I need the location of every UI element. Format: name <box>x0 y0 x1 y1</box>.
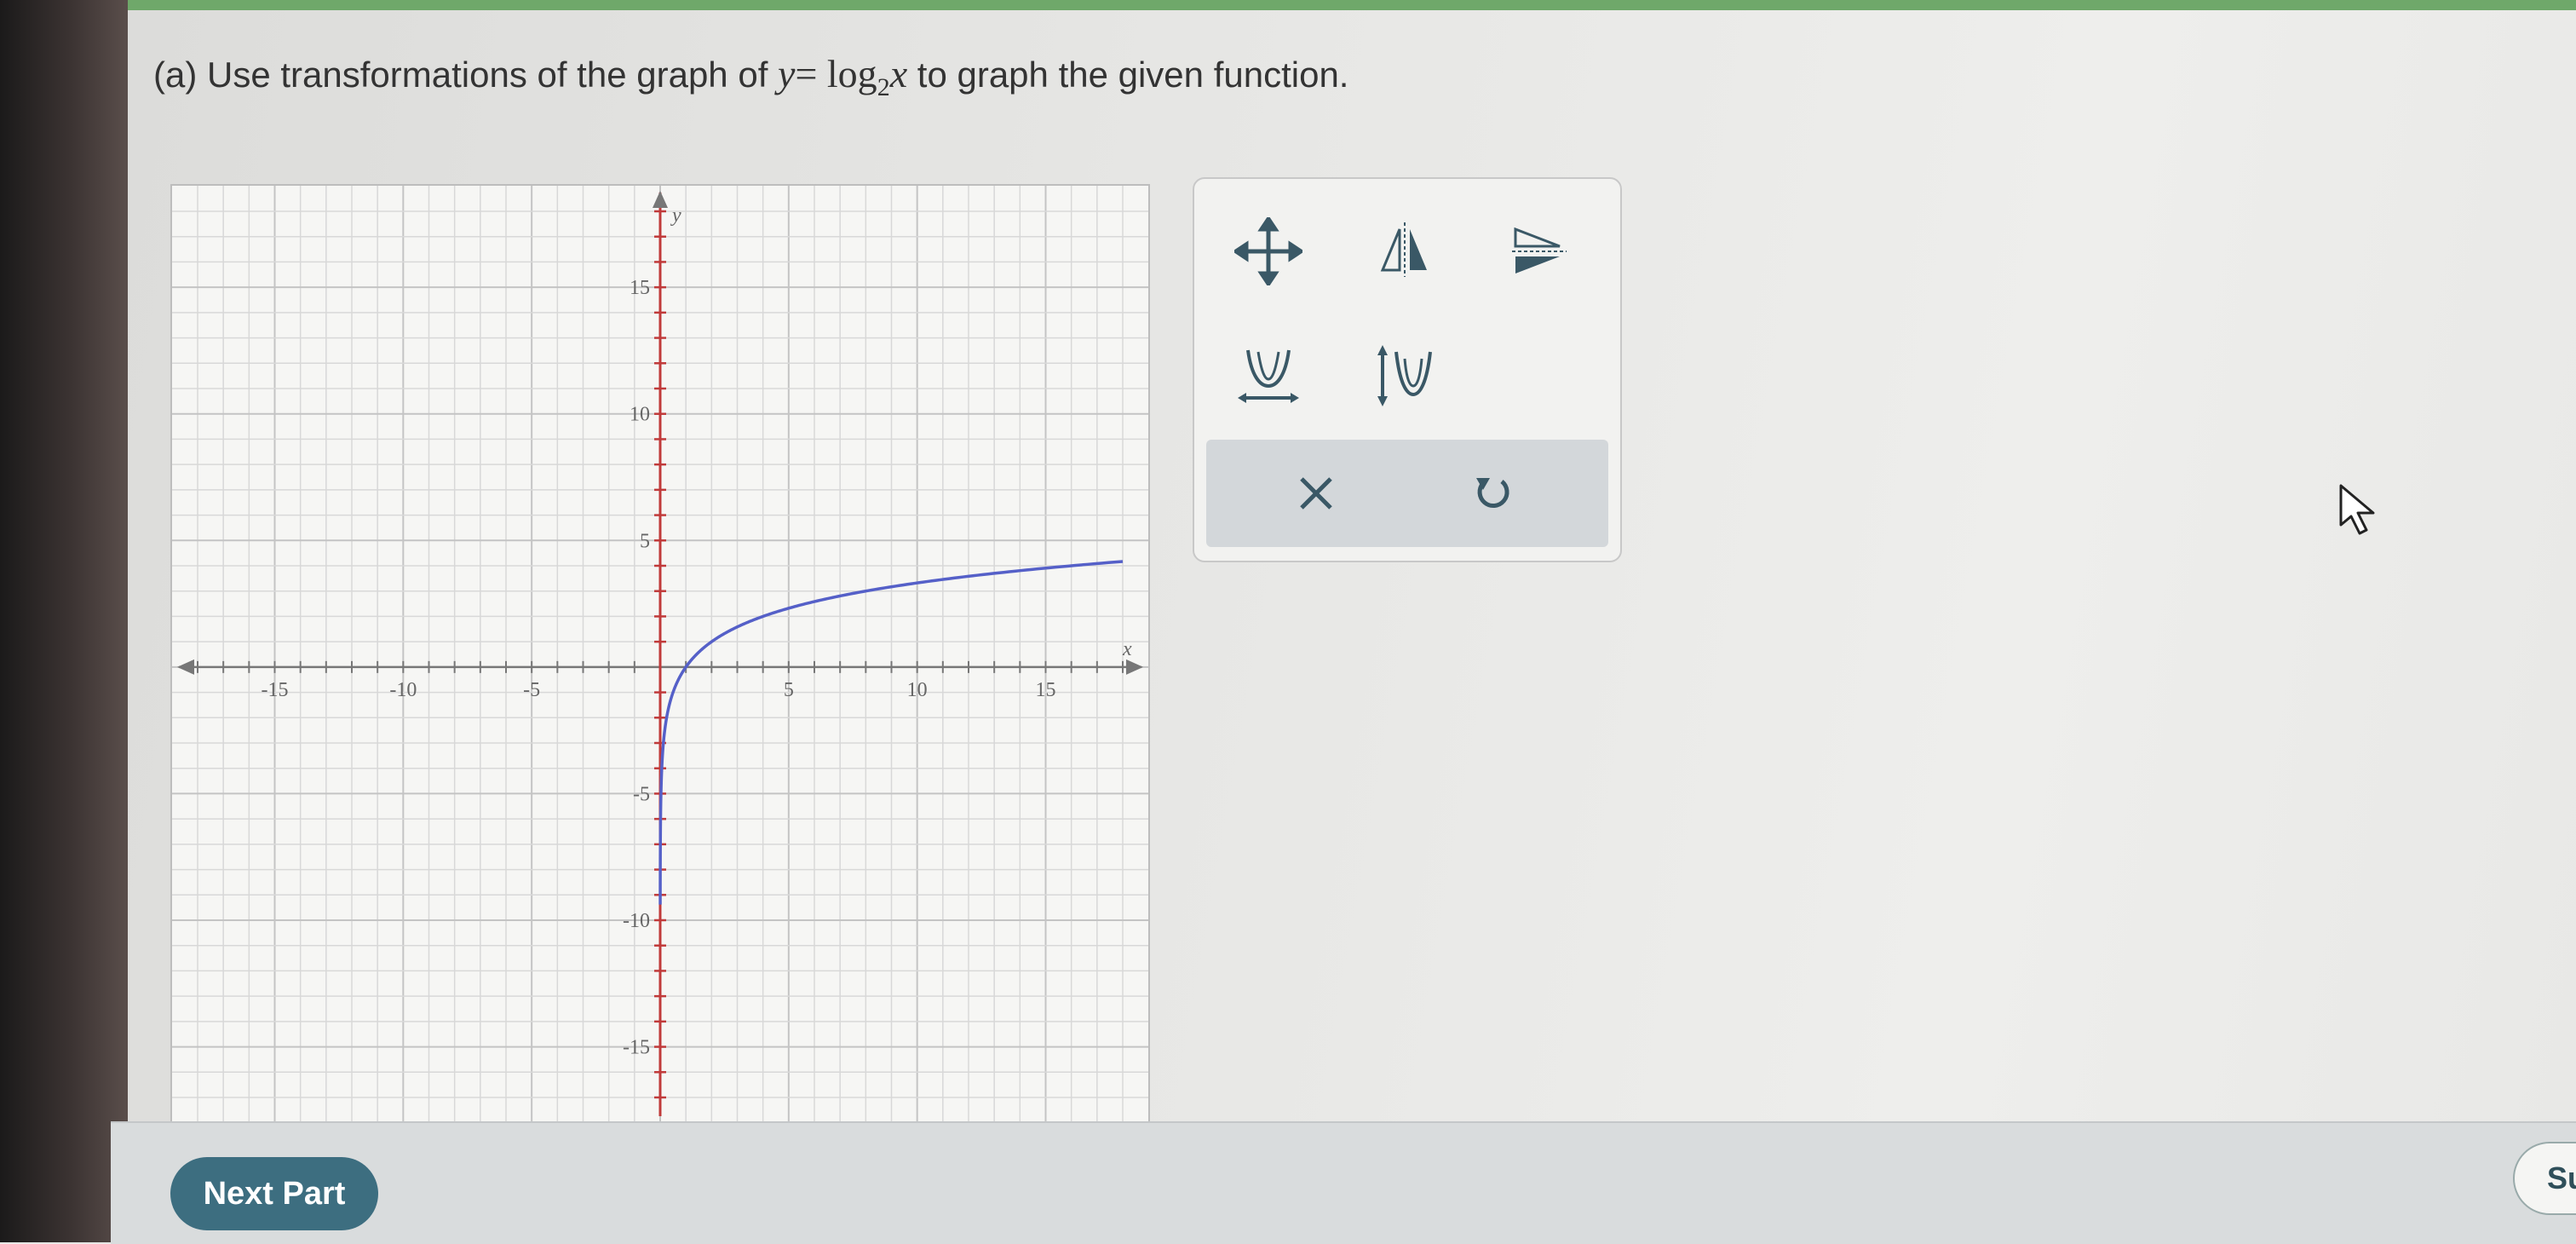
move-arrows-icon <box>1234 217 1302 285</box>
top-accent-strip <box>0 0 2576 10</box>
x-axis-label: x <box>1122 638 1132 660</box>
undo-icon <box>1476 478 1509 509</box>
x-tick-label: -15 <box>262 679 289 701</box>
reflect-y-axis-button[interactable] <box>1366 213 1443 290</box>
vertical-stretch-button[interactable] <box>1366 337 1443 414</box>
equation-log-base: 2 <box>877 73 890 102</box>
action-bar <box>1206 440 1608 547</box>
x-tick-label: 5 <box>784 679 794 701</box>
move-tool-button[interactable] <box>1230 213 1307 290</box>
undo-button[interactable] <box>1453 455 1530 532</box>
equation: y= log2x <box>778 52 908 101</box>
vertical-stretch-icon <box>1377 345 1432 406</box>
question-text-after: to graph the given function. <box>917 55 1349 95</box>
y-tick-label: 15 <box>630 277 650 299</box>
y-tick-label: -10 <box>623 910 650 932</box>
reflect-x-axis-button[interactable] <box>1503 213 1579 290</box>
reflect-vertical-icon <box>1380 222 1427 277</box>
graph-area[interactable]: -15 -10 -5 5 10 15 15 10 5 -5 -10 -15 x y <box>170 184 1150 1125</box>
transformation-tool-panel <box>1193 177 1622 562</box>
y-tick-label: -5 <box>633 783 650 805</box>
horizontal-stretch-icon <box>1238 349 1299 403</box>
clear-button[interactable] <box>1278 455 1354 532</box>
screen-bezel <box>0 0 128 1242</box>
y-tick-label: 5 <box>640 530 650 552</box>
equation-log: log <box>826 52 877 95</box>
y-axis-label: y <box>670 204 681 227</box>
y-tick-label: 10 <box>630 404 650 426</box>
coordinate-plane[interactable]: -15 -10 -5 5 10 15 15 10 5 -5 -10 -15 x y <box>172 186 1148 1123</box>
mouse-pointer-icon <box>2339 484 2375 535</box>
equation-x: x <box>889 52 908 95</box>
x-tick-label: 10 <box>907 679 928 701</box>
question-prompt: (a) Use transformations of the graph of … <box>153 51 1348 102</box>
x-axis-arrow-right <box>1126 659 1143 675</box>
x-tick-label: -5 <box>523 679 540 701</box>
question-text-before: Use transformations of the graph of <box>207 55 768 95</box>
equation-y: y <box>778 52 796 95</box>
question-part-label: (a) <box>153 55 198 95</box>
equation-equals: = <box>795 52 818 95</box>
y-axis-arrow-up <box>653 191 668 208</box>
tick-labels: -15 -10 -5 5 10 15 15 10 5 -5 -10 -15 x y <box>262 204 1133 1059</box>
axes <box>177 191 1143 1116</box>
horizontal-stretch-button[interactable] <box>1230 337 1307 414</box>
x-axis-arrow-left <box>177 659 194 675</box>
close-icon <box>1300 477 1332 510</box>
reflect-horizontal-icon <box>1512 227 1567 274</box>
bottom-navigation-bar <box>111 1121 2576 1244</box>
y-tick-label: -15 <box>623 1037 650 1059</box>
x-tick-label: 15 <box>1036 679 1056 701</box>
next-part-button[interactable]: Next Part <box>170 1157 378 1230</box>
x-tick-label: -10 <box>389 679 417 701</box>
